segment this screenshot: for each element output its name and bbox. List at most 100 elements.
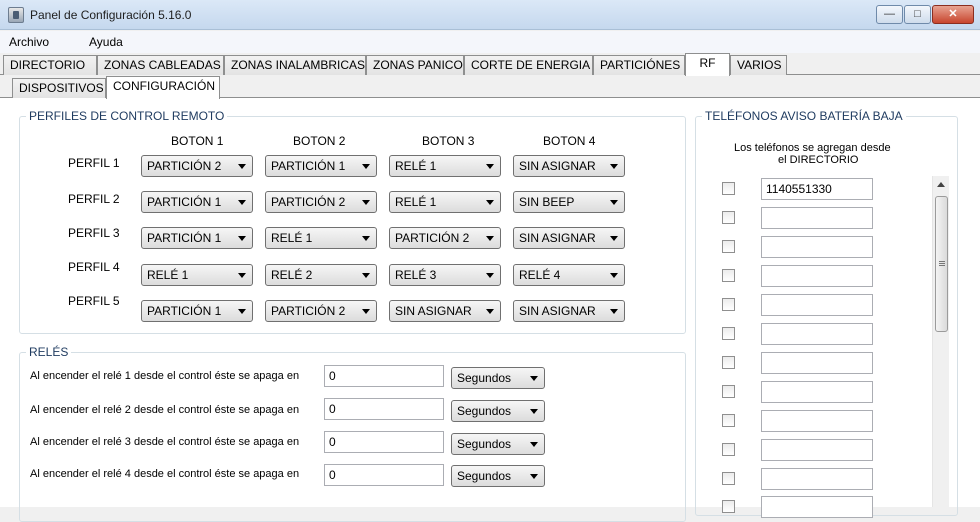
rele-1-unit-value: Segundos (457, 371, 512, 385)
telefono-5-checkbox[interactable] (722, 298, 735, 311)
perfil-2-boton-2-select[interactable]: PARTICIÓN 2 (265, 191, 377, 213)
perfil-3-label: PERFIL 3 (68, 226, 120, 240)
tab-zonas-inalambricas[interactable]: ZONAS INALAMBRICAS (224, 55, 366, 75)
tab-particiones[interactable]: PARTICIÓNES (593, 55, 685, 75)
perfil-5-boton-2-select[interactable]: PARTICIÓN 2 (265, 300, 377, 322)
chevron-down-icon (530, 442, 538, 447)
chevron-down-icon (530, 474, 538, 479)
scroll-thumb[interactable] (935, 196, 948, 332)
perfil-4-boton-4-select[interactable]: RELÉ 4 (513, 264, 625, 286)
tab-directorio[interactable]: DIRECTORIO (3, 55, 97, 75)
telefono-1-input[interactable]: 1140551330 (761, 178, 873, 200)
maximize-button[interactable]: □ (904, 5, 931, 24)
grip-line-icon (939, 261, 945, 262)
rele-3-label: Al encender el relé 3 desde el control é… (30, 436, 300, 448)
telefono-12-input[interactable] (761, 496, 873, 518)
rele-1-unit-select[interactable]: Segundos (451, 367, 545, 389)
telefono-4-input[interactable] (761, 265, 873, 287)
tab-configuracion[interactable]: CONFIGURACIÓN (106, 76, 220, 99)
telefono-11-checkbox[interactable] (722, 472, 735, 485)
rele-4-label: Al encender el relé 4 desde el control é… (30, 468, 300, 480)
perfil-4-boton-4-value: RELÉ 4 (519, 268, 561, 282)
perfil-1-boton-2-select[interactable]: PARTICIÓN 1 (265, 155, 377, 177)
perfil-4-boton-3-select[interactable]: RELÉ 3 (389, 264, 501, 286)
telefono-10-checkbox[interactable] (722, 443, 735, 456)
tab-zonas-panico[interactable]: ZONAS PANICO (366, 55, 464, 75)
header-boton-4: BOTON 4 (543, 134, 596, 148)
perfil-1-label: PERFIL 1 (68, 156, 120, 170)
telefono-2-input[interactable] (761, 207, 873, 229)
chevron-down-icon (486, 309, 494, 314)
perfil-3-boton-4-select[interactable]: SIN ASIGNAR (513, 227, 625, 249)
telefono-10-input[interactable] (761, 439, 873, 461)
perfil-2-boton-3-select[interactable]: RELÉ 1 (389, 191, 501, 213)
rele-2-timeout-input[interactable]: 0 (324, 398, 444, 420)
perfil-1-boton-2-value: PARTICIÓN 1 (271, 159, 346, 173)
header-boton-1: BOTON 1 (171, 134, 224, 148)
perfil-5-boton-1-select[interactable]: PARTICIÓN 1 (141, 300, 253, 322)
chevron-down-icon (610, 164, 618, 169)
chevron-down-icon (238, 236, 246, 241)
perfil-1-boton-1-select[interactable]: PARTICIÓN 2 (141, 155, 253, 177)
telefonos-group-title: TELÉFONOS AVISO BATERÍA BAJA (702, 109, 906, 123)
chevron-down-icon (362, 273, 370, 278)
perfil-4-boton-2-select[interactable]: RELÉ 2 (265, 264, 377, 286)
scroll-up-icon[interactable] (937, 182, 945, 187)
perfil-2-boton-4-select[interactable]: SIN BEEP (513, 191, 625, 213)
telefono-4-checkbox[interactable] (722, 269, 735, 282)
tab-dispositivos[interactable]: DISPOSITIVOS (12, 78, 106, 98)
chevron-down-icon (362, 236, 370, 241)
telefono-3-checkbox[interactable] (722, 240, 735, 253)
telefono-9-input[interactable] (761, 410, 873, 432)
rele-4-timeout-input[interactable]: 0 (324, 464, 444, 486)
tab-zonas-cableadas[interactable]: ZONAS CABLEADAS (97, 55, 224, 75)
tab-rf[interactable]: RF (685, 53, 730, 76)
perfil-1-boton-4-select[interactable]: SIN ASIGNAR (513, 155, 625, 177)
tab-corte-de-energia[interactable]: CORTE DE ENERGIA (464, 55, 593, 75)
perfil-5-boton-3-select[interactable]: SIN ASIGNAR (389, 300, 501, 322)
telefono-8-checkbox[interactable] (722, 385, 735, 398)
close-button[interactable]: ✕ (932, 5, 974, 24)
perfil-3-boton-1-select[interactable]: PARTICIÓN 1 (141, 227, 253, 249)
telefono-7-input[interactable] (761, 352, 873, 374)
perfil-1-boton-3-select[interactable]: RELÉ 1 (389, 155, 501, 177)
perfil-2-boton-3-value: RELÉ 1 (395, 195, 437, 209)
perfil-4-boton-1-select[interactable]: RELÉ 1 (141, 264, 253, 286)
perfil-1-boton-4-value: SIN ASIGNAR (519, 159, 596, 173)
menu-archivo[interactable]: Archivo (9, 35, 49, 49)
rele-1-timeout-input[interactable]: 0 (324, 365, 444, 387)
perfil-2-boton-4-value: SIN BEEP (519, 195, 575, 209)
chevron-down-icon (238, 309, 246, 314)
telefono-5-input[interactable] (761, 294, 873, 316)
perfil-2-boton-2-value: PARTICIÓN 2 (271, 195, 346, 209)
telefono-6-input[interactable] (761, 323, 873, 345)
perfiles-group-title: PERFILES DE CONTROL REMOTO (26, 109, 228, 123)
rele-2-unit-select[interactable]: Segundos (451, 400, 545, 422)
rele-3-unit-select[interactable]: Segundos (451, 433, 545, 455)
chevron-down-icon (486, 200, 494, 205)
telefonos-scrollbar[interactable] (932, 176, 949, 507)
chevron-down-icon (486, 273, 494, 278)
telefono-1-checkbox[interactable] (722, 182, 735, 195)
chevron-down-icon (362, 309, 370, 314)
minimize-button[interactable]: — (876, 5, 903, 24)
telefono-9-checkbox[interactable] (722, 414, 735, 427)
perfil-5-boton-4-select[interactable]: SIN ASIGNAR (513, 300, 625, 322)
perfil-1-boton-3-value: RELÉ 1 (395, 159, 437, 173)
telefono-3-input[interactable] (761, 236, 873, 258)
perfil-3-boton-2-select[interactable]: RELÉ 1 (265, 227, 377, 249)
rele-3-timeout-input[interactable]: 0 (324, 431, 444, 453)
telefono-7-checkbox[interactable] (722, 356, 735, 369)
menu-ayuda[interactable]: Ayuda (89, 35, 123, 49)
telefono-8-input[interactable] (761, 381, 873, 403)
perfil-4-boton-2-value: RELÉ 2 (271, 268, 313, 282)
telefono-11-input[interactable] (761, 468, 873, 490)
perfil-3-boton-2-value: RELÉ 1 (271, 231, 313, 245)
perfil-4-label: PERFIL 4 (68, 260, 120, 274)
telefono-6-checkbox[interactable] (722, 327, 735, 340)
perfil-2-boton-1-select[interactable]: PARTICIÓN 1 (141, 191, 253, 213)
rele-4-unit-select[interactable]: Segundos (451, 465, 545, 487)
telefono-2-checkbox[interactable] (722, 211, 735, 224)
tab-varios[interactable]: VARIOS (730, 55, 787, 75)
perfil-3-boton-3-select[interactable]: PARTICIÓN 2 (389, 227, 501, 249)
